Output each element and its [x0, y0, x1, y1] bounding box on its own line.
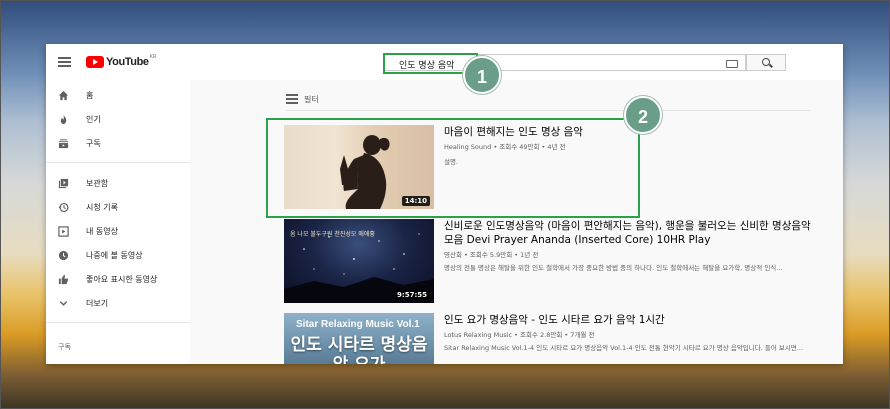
sidebar-item-watch-later[interactable]: 나중에 볼 동영상 — [46, 246, 190, 266]
filter-divider — [286, 110, 811, 111]
video-meta: Lotus Relaxing Music • 조회수 2.8만회 • 7개월 전 — [444, 331, 595, 339]
video-thumbnail[interactable]: 옴 나모 불두구원 천진성모 매애흉 9:57:55 — [284, 219, 434, 303]
my-videos-icon — [58, 226, 69, 237]
keyboard-icon[interactable] — [726, 60, 738, 68]
sidebar-item-label: 보관함 — [86, 179, 109, 188]
video-duration: 9:57:55 — [394, 290, 430, 300]
result-highlight-box — [266, 118, 640, 218]
step-badge-2: 2 — [624, 96, 662, 134]
sidebar-item-label: 더보기 — [86, 299, 109, 308]
thumbnail-korean-title: 인도 시타르 명상음악 요가 — [290, 335, 428, 364]
fire-icon — [60, 114, 67, 125]
thumbs-up-icon — [58, 274, 69, 285]
sidebar-item-label: 구독 — [86, 139, 101, 148]
video-description: 명상의 전통 명상은 해탈을 위한 인도 철학에서 가장 중요한 방법 중의 하… — [444, 264, 783, 272]
sidebar-item-liked-videos[interactable]: 좋아요 표시한 동영상 — [46, 270, 190, 290]
top-bar: YouTube KR 인도 명상 음악 — [46, 44, 843, 80]
video-description: Sitar Relaxing Music Vol.1-4 인도 시타르 요가 명… — [444, 344, 804, 352]
sidebar-divider — [46, 162, 190, 163]
logo-text: YouTube — [106, 56, 149, 68]
sidebar-item-history[interactable]: 시청 기록 — [46, 198, 190, 218]
sidebar-item-more[interactable]: 더보기 — [46, 294, 190, 314]
sidebar-item-label: 홈 — [86, 91, 94, 100]
history-icon — [58, 202, 69, 213]
subscriptions-section-title: 구독 — [58, 343, 71, 351]
chevron-down-icon — [59, 301, 68, 306]
subscriptions-icon — [58, 139, 69, 149]
filter-icon — [286, 94, 298, 104]
search-input[interactable]: 인도 명상 음악 — [383, 53, 746, 74]
logo-region: KR — [149, 54, 157, 60]
sidebar-item-my-videos[interactable]: 내 동영상 — [46, 222, 190, 242]
video-thumbnail[interactable]: Sitar Relaxing Music Vol.1 인도 시타르 명상음악 요… — [284, 313, 434, 364]
sidebar-item-label: 좋아요 표시한 동영상 — [86, 275, 158, 284]
library-icon — [58, 178, 69, 189]
clock-icon — [58, 250, 69, 261]
search-button[interactable] — [746, 54, 786, 71]
result-item[interactable]: Sitar Relaxing Music Vol.1 인도 시타르 명상음악 요… — [284, 313, 824, 364]
video-meta: 영산회 • 조회수 5.9만회 • 1년 전 — [444, 251, 539, 259]
menu-icon[interactable] — [58, 57, 71, 67]
video-title[interactable]: 신비로운 인도명상음악 (마음이 편안해지는 음악), 행운을 불러오는 신비한… — [444, 219, 819, 247]
sidebar-item-label: 내 동영상 — [86, 227, 118, 236]
result-item[interactable]: 옴 나모 불두구원 천진성모 매애흉 9:57:55 신비로운 인도명상음악 (… — [284, 219, 824, 303]
step-badge-1: 1 — [463, 56, 501, 94]
sidebar-item-subscriptions[interactable]: 구독 — [46, 134, 190, 154]
sidebar-divider — [46, 322, 190, 323]
thumbnail-caption: 옴 나모 불두구원 천진성모 매애흉 — [290, 231, 375, 238]
sidebar: 홈 인기 구독 보관함 시청 기록 내 동영상 나중에 볼 동영상 좋아요 표시… — [46, 80, 190, 364]
sidebar-item-label: 나중에 볼 동영상 — [86, 251, 143, 260]
thumbnail-title: Sitar Relaxing Music Vol.1 — [296, 319, 420, 330]
sidebar-item-label: 인기 — [86, 115, 101, 124]
sidebar-item-label: 시청 기록 — [86, 203, 118, 212]
filter-label: 필터 — [304, 95, 319, 104]
search-icon — [762, 58, 770, 66]
youtube-play-icon — [86, 56, 104, 68]
sidebar-item-library[interactable]: 보관함 — [46, 174, 190, 194]
home-icon — [58, 90, 69, 101]
youtube-logo[interactable]: YouTube KR — [86, 54, 157, 69]
sidebar-item-home[interactable]: 홈 — [46, 86, 190, 106]
sidebar-item-trending[interactable]: 인기 — [46, 110, 190, 130]
video-title[interactable]: 인도 요가 명상음악 - 인도 시타르 요가 음악 1시간 — [444, 313, 819, 327]
